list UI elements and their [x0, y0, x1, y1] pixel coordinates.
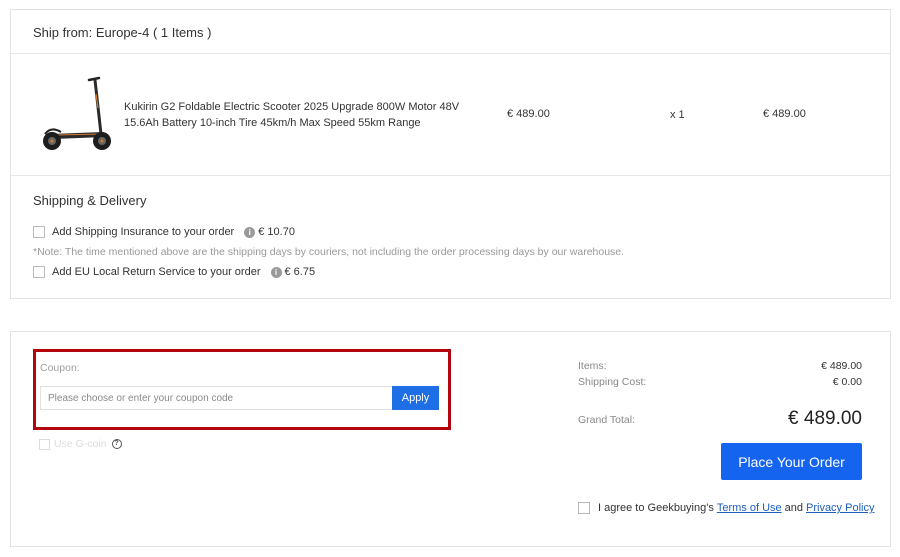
eu-return-option[interactable]: Add EU Local Return Service to your orde… — [33, 264, 315, 280]
product-row: Kukirin G2 Foldable Electric Scooter 202… — [11, 54, 890, 176]
shipping-delivery-title: Shipping & Delivery — [33, 193, 147, 208]
info-icon[interactable]: i — [270, 266, 282, 278]
and-text: and — [784, 502, 803, 514]
terms-of-use-link[interactable]: Terms of Use — [717, 502, 782, 514]
privacy-policy-link[interactable]: Privacy Policy — [806, 502, 874, 514]
eu-return-price: € 6.75 — [284, 266, 316, 278]
terms-agreement: I agree to Geekbuying's Terms of Use and… — [578, 500, 877, 516]
shipping-insurance-checkbox[interactable] — [33, 226, 45, 238]
terms-agree-checkbox[interactable] — [578, 502, 590, 514]
product-line-total: € 489.00 — [763, 108, 806, 120]
shipment-header: Ship from: Europe-4 ( 1 Items ) — [11, 10, 890, 54]
items-label: Items: — [578, 360, 607, 372]
coupon-input[interactable] — [40, 386, 393, 410]
grand-total-value: € 489.00 — [788, 408, 862, 429]
product-quantity: x 1 — [670, 109, 685, 121]
agree-text: I agree to Geekbuying's — [598, 502, 714, 514]
eu-return-label[interactable]: Add EU Local Return Service to your orde… — [52, 266, 261, 278]
use-gcoin-label[interactable]: Use G-coin — [54, 438, 107, 450]
product-unit-price: € 489.00 — [507, 108, 550, 120]
shipping-cost-value: € 0.00 — [832, 376, 862, 388]
shipping-cost-label: Shipping Cost: — [578, 376, 647, 388]
product-image[interactable] — [39, 74, 115, 154]
coupon-label: Coupon: — [40, 362, 80, 374]
shipping-note: *Note: The time mentioned above are the … — [33, 246, 625, 258]
info-icon[interactable]: i — [244, 226, 256, 238]
eu-return-checkbox[interactable] — [33, 266, 45, 278]
use-gcoin-checkbox[interactable] — [39, 438, 50, 450]
shipping-insurance-price: € 10.70 — [258, 226, 295, 238]
help-icon[interactable]: ? — [111, 439, 122, 449]
product-name[interactable]: Kukirin G2 Foldable Electric Scooter 202… — [124, 99, 464, 131]
shipping-insurance-option[interactable]: Add Shipping Insurance to your order i €… — [33, 224, 295, 240]
shipment-panel: Ship from: Europe-4 ( 1 Items ) Kukirin … — [10, 9, 891, 299]
ship-from-title: Ship from: Europe-4 ( 1 Items ) — [33, 25, 212, 40]
items-value: € 489.00 — [821, 360, 862, 372]
grand-total-label: Grand Total: — [578, 414, 636, 426]
use-gcoin-option[interactable]: Use G-coin ? — [39, 437, 122, 451]
place-order-button[interactable]: Place Your Order — [721, 443, 862, 480]
shipping-insurance-label[interactable]: Add Shipping Insurance to your order — [52, 226, 234, 238]
apply-coupon-button[interactable]: Apply — [392, 386, 439, 410]
